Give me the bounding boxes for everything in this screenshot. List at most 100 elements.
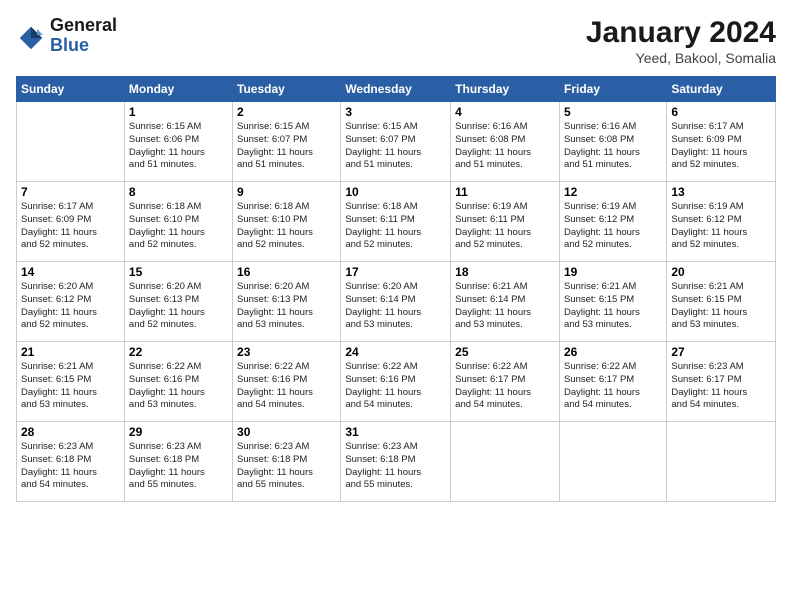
- day-info: Sunrise: 6:22 AM Sunset: 6:16 PM Dayligh…: [345, 361, 446, 412]
- week-row-1: 7Sunrise: 6:17 AM Sunset: 6:09 PM Daylig…: [17, 182, 776, 262]
- day-cell: 5 Sunrise: 6:16 AM Sunset: 6:08 PM Daylig…: [559, 102, 666, 182]
- day-info: Sunrise: 6:20 AM Sunset: 6:12 PM Dayligh…: [21, 281, 120, 332]
- col-header-friday: Friday: [559, 77, 666, 102]
- col-header-wednesday: Wednesday: [341, 77, 451, 102]
- day-number: 10: [345, 185, 446, 199]
- day-number: 7: [21, 185, 120, 199]
- day-number: 19: [564, 265, 662, 279]
- day-number: 12: [564, 185, 662, 199]
- day-info: Sunrise: 6:23 AM Sunset: 6:18 PM Dayligh…: [237, 441, 336, 492]
- day-number: 20: [671, 265, 771, 279]
- day-number: 17: [345, 265, 446, 279]
- month-title: January 2024: [586, 16, 776, 50]
- day-cell: 12 Sunrise: 6:19 AM Sunset: 6:12 PM Dayli…: [559, 182, 666, 262]
- col-header-sunday: Sunday: [17, 77, 125, 102]
- day-number: 9: [237, 185, 336, 199]
- calendar-table: SundayMondayTuesdayWednesdayThursdayFrid…: [16, 76, 776, 502]
- day-cell: [667, 422, 776, 502]
- title-block: January 2024 Yeed, Bakool, Somalia: [586, 16, 776, 66]
- day-cell: 8Sunrise: 6:18 AM Sunset: 6:10 PM Daylig…: [124, 182, 232, 262]
- day-info: Sunrise: 6:21 AM Sunset: 6:14 PM Dayligh…: [455, 281, 555, 332]
- day-info: Sunrise: 6:18 AM Sunset: 6:11 PM Dayligh…: [345, 201, 446, 252]
- day-number: 31: [345, 425, 446, 439]
- day-cell: 26 Sunrise: 6:22 AM Sunset: 6:17 PM Dayli…: [559, 342, 666, 422]
- day-cell: 25Sunrise: 6:22 AM Sunset: 6:17 PM Dayli…: [451, 342, 560, 422]
- day-info: Sunrise: 6:16 AM Sunset: 6:08 PM Dayligh…: [455, 121, 555, 172]
- main-container: General Blue January 2024 Yeed, Bakool, …: [0, 0, 792, 612]
- day-info: Sunrise: 6:21 AM Sunset: 6:15 PM Dayligh…: [564, 281, 662, 332]
- day-cell: 30 Sunrise: 6:23 AM Sunset: 6:18 PM Dayli…: [233, 422, 341, 502]
- day-cell: 28Sunrise: 6:23 AM Sunset: 6:18 PM Dayli…: [17, 422, 125, 502]
- day-number: 21: [21, 345, 120, 359]
- day-cell: 3Sunrise: 6:15 AM Sunset: 6:07 PM Daylig…: [341, 102, 451, 182]
- day-info: Sunrise: 6:15 AM Sunset: 6:07 PM Dayligh…: [237, 121, 336, 172]
- day-number: 6: [671, 105, 771, 119]
- col-header-thursday: Thursday: [451, 77, 560, 102]
- day-cell: 21 Sunrise: 6:21 AM Sunset: 6:15 PM Dayli…: [17, 342, 125, 422]
- day-number: 16: [237, 265, 336, 279]
- day-info: Sunrise: 6:16 AM Sunset: 6:08 PM Dayligh…: [564, 121, 662, 172]
- day-info: Sunrise: 6:20 AM Sunset: 6:13 PM Dayligh…: [237, 281, 336, 332]
- day-cell: 23 Sunrise: 6:22 AM Sunset: 6:16 PM Dayli…: [233, 342, 341, 422]
- day-cell: 10 Sunrise: 6:18 AM Sunset: 6:11 PM Dayli…: [341, 182, 451, 262]
- day-cell: 16 Sunrise: 6:20 AM Sunset: 6:13 PM Dayli…: [233, 262, 341, 342]
- day-cell: 11 Sunrise: 6:19 AM Sunset: 6:11 PM Dayli…: [451, 182, 560, 262]
- header: General Blue January 2024 Yeed, Bakool, …: [16, 16, 776, 66]
- day-info: Sunrise: 6:21 AM Sunset: 6:15 PM Dayligh…: [671, 281, 771, 332]
- day-number: 4: [455, 105, 555, 119]
- day-number: 23: [237, 345, 336, 359]
- day-cell: [451, 422, 560, 502]
- day-number: 5: [564, 105, 662, 119]
- location: Yeed, Bakool, Somalia: [586, 50, 776, 66]
- day-info: Sunrise: 6:19 AM Sunset: 6:12 PM Dayligh…: [671, 201, 771, 252]
- day-cell: 31 Sunrise: 6:23 AM Sunset: 6:18 PM Dayli…: [341, 422, 451, 502]
- day-cell: 18 Sunrise: 6:21 AM Sunset: 6:14 PM Dayli…: [451, 262, 560, 342]
- day-cell: 24 Sunrise: 6:22 AM Sunset: 6:16 PM Dayli…: [341, 342, 451, 422]
- day-number: 27: [671, 345, 771, 359]
- day-cell: 1 Sunrise: 6:15 AM Sunset: 6:06 PM Daylig…: [124, 102, 232, 182]
- day-info: Sunrise: 6:15 AM Sunset: 6:06 PM Dayligh…: [129, 121, 228, 172]
- day-info: Sunrise: 6:20 AM Sunset: 6:14 PM Dayligh…: [345, 281, 446, 332]
- day-info: Sunrise: 6:22 AM Sunset: 6:17 PM Dayligh…: [564, 361, 662, 412]
- day-info: Sunrise: 6:17 AM Sunset: 6:09 PM Dayligh…: [671, 121, 771, 172]
- day-info: Sunrise: 6:22 AM Sunset: 6:16 PM Dayligh…: [129, 361, 228, 412]
- logo-text: General Blue: [50, 16, 117, 56]
- day-number: 30: [237, 425, 336, 439]
- week-row-4: 28Sunrise: 6:23 AM Sunset: 6:18 PM Dayli…: [17, 422, 776, 502]
- day-cell: 15Sunrise: 6:20 AM Sunset: 6:13 PM Dayli…: [124, 262, 232, 342]
- week-row-2: 14 Sunrise: 6:20 AM Sunset: 6:12 PM Dayli…: [17, 262, 776, 342]
- day-info: Sunrise: 6:22 AM Sunset: 6:16 PM Dayligh…: [237, 361, 336, 412]
- days-of-week-row: SundayMondayTuesdayWednesdayThursdayFrid…: [17, 77, 776, 102]
- day-number: 26: [564, 345, 662, 359]
- day-info: Sunrise: 6:23 AM Sunset: 6:18 PM Dayligh…: [345, 441, 446, 492]
- day-number: 14: [21, 265, 120, 279]
- logo-blue-text: Blue: [50, 36, 117, 56]
- day-info: Sunrise: 6:19 AM Sunset: 6:12 PM Dayligh…: [564, 201, 662, 252]
- day-number: 24: [345, 345, 446, 359]
- day-cell: 14 Sunrise: 6:20 AM Sunset: 6:12 PM Dayli…: [17, 262, 125, 342]
- logo-general-text: General: [50, 16, 117, 36]
- day-number: 18: [455, 265, 555, 279]
- day-cell: 17 Sunrise: 6:20 AM Sunset: 6:14 PM Dayli…: [341, 262, 451, 342]
- day-cell: 29Sunrise: 6:23 AM Sunset: 6:18 PM Dayli…: [124, 422, 232, 502]
- day-info: Sunrise: 6:23 AM Sunset: 6:18 PM Dayligh…: [21, 441, 120, 492]
- day-number: 25: [455, 345, 555, 359]
- logo: General Blue: [16, 16, 117, 56]
- day-info: Sunrise: 6:18 AM Sunset: 6:10 PM Dayligh…: [237, 201, 336, 252]
- day-info: Sunrise: 6:20 AM Sunset: 6:13 PM Dayligh…: [129, 281, 228, 332]
- day-cell: 9 Sunrise: 6:18 AM Sunset: 6:10 PM Daylig…: [233, 182, 341, 262]
- logo-icon: [16, 23, 46, 53]
- day-cell: 13Sunrise: 6:19 AM Sunset: 6:12 PM Dayli…: [667, 182, 776, 262]
- day-cell: 6 Sunrise: 6:17 AM Sunset: 6:09 PM Daylig…: [667, 102, 776, 182]
- day-info: Sunrise: 6:23 AM Sunset: 6:18 PM Dayligh…: [129, 441, 228, 492]
- day-number: 1: [129, 105, 228, 119]
- day-info: Sunrise: 6:21 AM Sunset: 6:15 PM Dayligh…: [21, 361, 120, 412]
- day-number: 2: [237, 105, 336, 119]
- day-cell: 7Sunrise: 6:17 AM Sunset: 6:09 PM Daylig…: [17, 182, 125, 262]
- calendar-header: SundayMondayTuesdayWednesdayThursdayFrid…: [17, 77, 776, 102]
- day-info: Sunrise: 6:19 AM Sunset: 6:11 PM Dayligh…: [455, 201, 555, 252]
- day-info: Sunrise: 6:18 AM Sunset: 6:10 PM Dayligh…: [129, 201, 228, 252]
- col-header-saturday: Saturday: [667, 77, 776, 102]
- day-cell: 27Sunrise: 6:23 AM Sunset: 6:17 PM Dayli…: [667, 342, 776, 422]
- day-number: 11: [455, 185, 555, 199]
